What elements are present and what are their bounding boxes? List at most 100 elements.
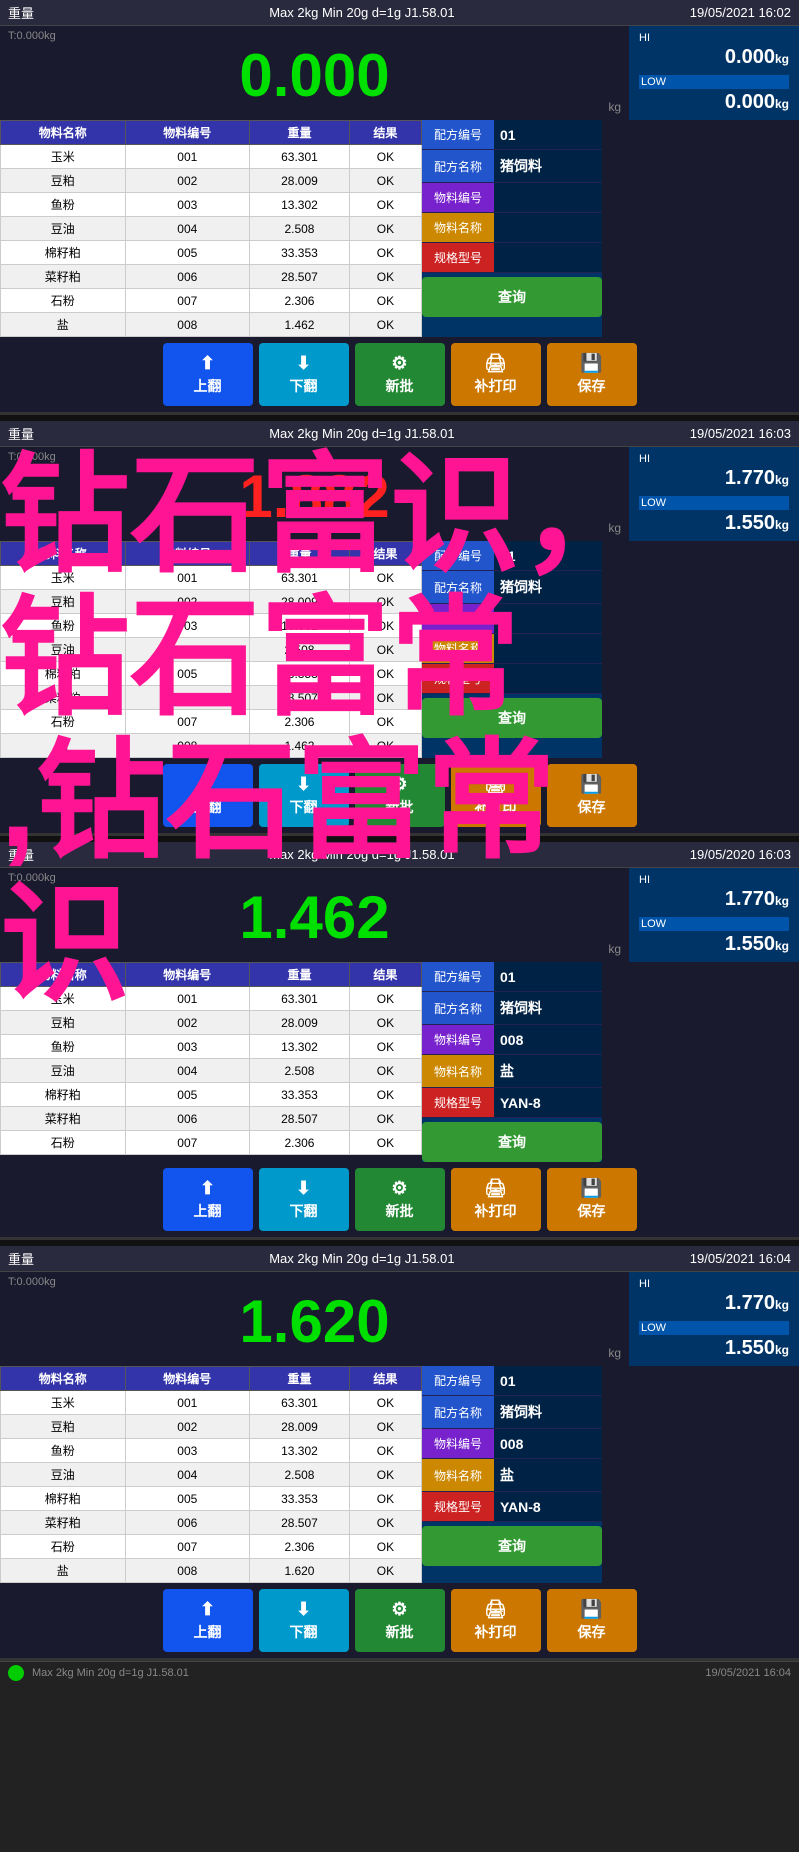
btn-icon: 🖨 [484, 1178, 507, 1199]
btn-上翻-4[interactable]: ⬆上翻 [163, 1589, 253, 1652]
btn-上翻-1[interactable]: ⬆上翻 [163, 343, 253, 406]
weight-label: T:0.000kg [8, 1276, 56, 1288]
info-value [494, 634, 602, 663]
btn-bar-1: ⬆上翻⬇下翻⚙新批🖨补打印💾保存 [0, 337, 799, 412]
table-header: 物料编号 [125, 963, 250, 987]
info-label: 物料名称 [422, 1459, 494, 1491]
weight-value: 1.882 [239, 467, 389, 527]
table-row: 豆粕00228.009OK [1, 590, 422, 614]
topbar-left: 重量 [8, 845, 34, 864]
table-cell: 63.301 [250, 566, 350, 590]
btn-下翻-1[interactable]: ⬇下翻 [259, 343, 349, 406]
table-cell: 63.301 [250, 987, 350, 1011]
panel-1: 重量 Max 2kg Min 20g d=1g J1.58.01 19/05/2… [0, 0, 799, 415]
btn-上翻-2[interactable]: ⬆上翻 [163, 764, 253, 827]
table-cell: OK [349, 1559, 421, 1583]
info-value: 猪饲料 [494, 571, 602, 603]
table-cell: OK [349, 1107, 421, 1131]
table-cell: 28.009 [250, 590, 350, 614]
btn-icon: 💾 [580, 353, 602, 374]
table-cell: OK [349, 638, 421, 662]
table-header: 物料名称 [1, 963, 126, 987]
topbar-left: 重量 [8, 3, 34, 22]
btn-上翻-3[interactable]: ⬆上翻 [163, 1168, 253, 1231]
table-row: 玉米00163.301OK [1, 987, 422, 1011]
btn-新批-3[interactable]: ⚙新批 [355, 1168, 445, 1231]
table-cell: 玉米 [1, 566, 126, 590]
table-row: 豆油0042.508OK [1, 1463, 422, 1487]
table-header: 物料名称 [1, 542, 126, 566]
btn-新批-2[interactable]: ⚙新批 [355, 764, 445, 827]
table-header: 结果 [349, 542, 421, 566]
table-cell: 006 [125, 1107, 250, 1131]
btn-下翻-2[interactable]: ⬇下翻 [259, 764, 349, 827]
table-cell: 鱼粉 [1, 614, 126, 638]
btn-保存-1[interactable]: 💾保存 [547, 343, 637, 406]
table-row: 棉籽粕00533.353OK [1, 1487, 422, 1511]
info-row: 配方名称 猪饲料 [422, 571, 602, 604]
btn-补打印-4[interactable]: 🖨补打印 [451, 1589, 541, 1652]
table-cell: 1.462 [250, 313, 350, 337]
table-info-row-2: 物料名称物料编号重量结果玉米00163.301OK豆粕00228.009OK鱼粉… [0, 541, 799, 758]
table-row: 石粉0072.306OK [1, 1535, 422, 1559]
table-cell: 鱼粉 [1, 1439, 126, 1463]
query-button[interactable]: 查询 [422, 277, 602, 317]
table-cell: OK [349, 734, 421, 758]
table-header: 结果 [349, 963, 421, 987]
table-cell: OK [349, 241, 421, 265]
query-button[interactable]: 查询 [422, 1526, 602, 1566]
btn-下翻-4[interactable]: ⬇下翻 [259, 1589, 349, 1652]
btn-label: 上翻 [194, 1622, 222, 1642]
table-cell: 004 [125, 1463, 250, 1487]
table-cell: 菜籽粕 [1, 265, 126, 289]
table-cell: OK [349, 662, 421, 686]
info-label: 配方名称 [422, 150, 494, 182]
btn-新批-4[interactable]: ⚙新批 [355, 1589, 445, 1652]
table-cell: OK [349, 313, 421, 337]
table-cell: 2.306 [250, 289, 350, 313]
info-label: 物料编号 [422, 183, 494, 212]
hi-label: HI [639, 453, 789, 465]
btn-保存-2[interactable]: 💾保存 [547, 764, 637, 827]
table-cell: 2.508 [250, 217, 350, 241]
info-value: 猪饲料 [494, 992, 602, 1024]
info-label: 规格型号 [422, 1492, 494, 1521]
table-row: 玉米00163.301OK [1, 145, 422, 169]
btn-保存-3[interactable]: 💾保存 [547, 1168, 637, 1231]
info-value [494, 664, 602, 693]
table-cell: 008 [125, 734, 250, 758]
table-cell: 33.353 [250, 662, 350, 686]
table-row: 菜籽粕00628.507OK [1, 265, 422, 289]
btn-下翻-3[interactable]: ⬇下翻 [259, 1168, 349, 1231]
table-cell: OK [349, 1131, 421, 1155]
table-info-row-4: 物料名称物料编号重量结果玉米00163.301OK豆粕00228.009OK鱼粉… [0, 1366, 799, 1583]
btn-新批-1[interactable]: ⚙新批 [355, 343, 445, 406]
low-value: 1.550kg [639, 512, 789, 535]
table-cell: OK [349, 1391, 421, 1415]
table-cell: 28.507 [250, 265, 350, 289]
data-table-3: 物料名称物料编号重量结果玉米00163.301OK豆粕00228.009OK鱼粉… [0, 962, 422, 1155]
table-row: 玉米00163.301OK [1, 566, 422, 590]
btn-补打印-2[interactable]: 🖨补打印 [451, 764, 541, 827]
weight-value: 1.620 [239, 1292, 389, 1352]
btn-label: 补打印 [475, 797, 517, 817]
btn-icon: 🖨 [484, 353, 507, 374]
btn-补打印-1[interactable]: 🖨补打印 [451, 343, 541, 406]
info-row: 物料编号 008 [422, 1429, 602, 1459]
info-row: 规格型号 YAN-8 [422, 1088, 602, 1118]
table-cell: OK [349, 614, 421, 638]
info-value: 01 [494, 541, 602, 570]
table-row: 鱼粉00313.302OK [1, 193, 422, 217]
low-label: LOW [639, 917, 789, 931]
table-cell: 005 [125, 241, 250, 265]
table-wrap-3: 物料名称物料编号重量结果玉米00163.301OK豆粕00228.009OK鱼粉… [0, 962, 422, 1162]
data-table-1: 物料名称物料编号重量结果玉米00163.301OK豆粕00228.009OK鱼粉… [0, 120, 422, 337]
btn-补打印-3[interactable]: 🖨补打印 [451, 1168, 541, 1231]
info-row: 配方名称 猪饲料 [422, 150, 602, 183]
query-button[interactable]: 查询 [422, 1122, 602, 1162]
btn-保存-4[interactable]: 💾保存 [547, 1589, 637, 1652]
table-cell: 2.306 [250, 1535, 350, 1559]
query-button[interactable]: 查询 [422, 698, 602, 738]
table-cell: OK [349, 169, 421, 193]
weight-main-4: T:0.000kg 1.620 kg [0, 1272, 629, 1366]
